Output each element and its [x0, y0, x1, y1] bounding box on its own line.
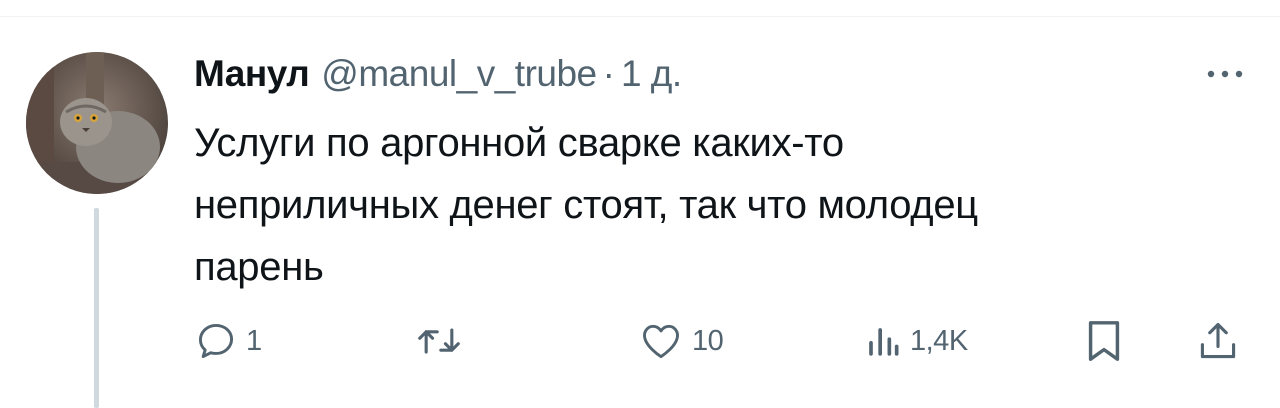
bookmark-icon [1088, 321, 1120, 361]
reply-count: 1 [246, 324, 262, 357]
manul-avatar-image [26, 52, 168, 194]
reply-icon [198, 323, 234, 359]
like-count: 10 [692, 324, 724, 357]
bookmark-button[interactable] [1084, 316, 1124, 366]
views-icon [869, 328, 899, 356]
share-icon [1200, 322, 1236, 359]
tweet-text: Услуги по аргонной сварке каких-то непри… [194, 121, 978, 289]
views-count: 1,4K [910, 324, 968, 357]
separator-dot: · [602, 53, 615, 94]
views-button[interactable]: 1,4K [862, 316, 968, 366]
top-divider [0, 16, 1280, 17]
retweet-button[interactable] [414, 316, 472, 366]
author-name[interactable]: Манул [194, 53, 310, 95]
reply-button[interactable]: 1 [194, 316, 262, 366]
thread-line [94, 208, 99, 408]
avatar[interactable] [26, 52, 168, 194]
retweet-icon [418, 328, 460, 354]
more-icon [1207, 70, 1243, 78]
more-options-button[interactable] [1200, 62, 1250, 86]
heart-icon [643, 324, 679, 359]
tweet-timestamp[interactable]: 1 д. [621, 53, 682, 95]
tweet-header: Манул @manul_v_trube · 1 д. [194, 50, 682, 98]
share-button[interactable] [1196, 316, 1240, 366]
author-handle[interactable]: @manul_v_trube [321, 53, 597, 95]
like-button[interactable]: 10 [638, 316, 724, 366]
